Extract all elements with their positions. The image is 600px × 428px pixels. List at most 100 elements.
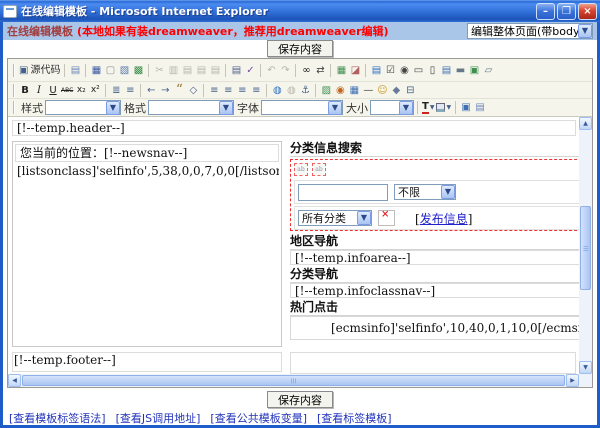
find-icon[interactable]: ∞ (299, 63, 313, 78)
link-tag-template[interactable]: [查看标签模板] (317, 410, 392, 426)
bold-icon[interactable]: B (18, 83, 32, 98)
print-icon[interactable]: ▤ (229, 63, 243, 78)
toolbar-separator (455, 101, 456, 114)
text-field-icon[interactable]: ▭ (411, 63, 425, 78)
hidden-fields-row: ab ab (294, 163, 592, 177)
scroll-left-icon[interactable]: ◀ (8, 374, 21, 387)
size-combo[interactable]: ▼ (370, 100, 414, 115)
select-all-icon[interactable]: ▦ (334, 63, 348, 78)
form-icon[interactable]: ▤ (369, 63, 383, 78)
scroll-up-icon[interactable]: ▲ (579, 117, 592, 130)
format-combo[interactable]: ▼ (148, 100, 234, 115)
indent-icon[interactable]: → (158, 83, 172, 98)
ordered-list-icon[interactable]: ≣ (109, 83, 123, 98)
smiley-icon[interactable]: ☺ (375, 83, 389, 98)
align-left-icon[interactable]: ≡ (207, 83, 221, 98)
horizontal-scroll-thumb[interactable] (22, 375, 565, 386)
align-right-icon[interactable]: ≡ (235, 83, 249, 98)
align-justify-icon[interactable]: ≡ (249, 83, 263, 98)
page-note: (本地如果有装dreamweaver，推荐用dreamweaver编辑) (77, 23, 389, 39)
vertical-scrollbar[interactable]: ▲ ▼ (579, 117, 592, 374)
source-icon[interactable]: ▣源代码 (18, 63, 61, 78)
link-common-vars[interactable]: [查看公共模板变量] (210, 410, 307, 426)
textarea-icon[interactable]: ▯ (425, 63, 439, 78)
subscript-icon[interactable]: x₂ (74, 83, 88, 98)
link-icon[interactable]: ◍ (270, 83, 284, 98)
chevron-down-icon: ▼ (399, 101, 413, 115)
special-char-icon[interactable]: ◆ (389, 83, 403, 98)
size-combo-label: 大小 (346, 100, 368, 116)
unordered-list-icon[interactable]: ≡ (123, 83, 137, 98)
templates-icon[interactable]: ▩ (131, 63, 145, 78)
doc-props-icon[interactable]: ▤ (68, 63, 82, 78)
strikethrough-icon[interactable]: ABC (60, 83, 74, 98)
superscript-icon[interactable]: x² (88, 83, 102, 98)
ie-document-icon (3, 5, 17, 18)
align-center-icon[interactable]: ≡ (221, 83, 235, 98)
image-button-icon[interactable]: ▣ (467, 63, 481, 78)
area-section-title: 地区导航 (290, 234, 592, 250)
link-js-url[interactable]: [查看JS调用地址] (116, 410, 201, 426)
window-controls: – ❐ × (536, 3, 597, 20)
save-content-button-bottom[interactable]: 保存内容 (267, 391, 333, 408)
radio-icon[interactable]: ◉ (397, 63, 411, 78)
bg-color-icon (436, 103, 445, 112)
save-icon[interactable]: ▦ (89, 63, 103, 78)
text-color-button[interactable]: T▼ (421, 100, 435, 115)
right-bottom-row (290, 352, 576, 374)
create-div-icon[interactable]: ◇ (186, 83, 200, 98)
limit-select-value: 不限 (395, 184, 441, 200)
font-combo[interactable]: ▼ (261, 100, 343, 115)
underline-icon[interactable]: U (46, 83, 60, 98)
maximize-button[interactable]: ❐ (557, 3, 576, 20)
scroll-down-icon[interactable]: ▼ (579, 361, 592, 374)
anchor-icon[interactable]: ⚓ (298, 83, 312, 98)
bg-color-button[interactable]: ▼ (435, 100, 452, 115)
outdent-icon[interactable]: ← (144, 83, 158, 98)
vertical-scroll-thumb[interactable] (580, 206, 591, 290)
italic-icon[interactable]: I (32, 83, 46, 98)
publish-info-link[interactable]: 发布信息 (420, 212, 468, 226)
save-content-button-top[interactable]: 保存内容 (267, 40, 333, 57)
table-icon[interactable]: ▦ (347, 83, 361, 98)
select-field-icon[interactable]: ▤ (439, 63, 453, 78)
style-combo[interactable]: ▼ (45, 100, 121, 115)
show-blocks-button[interactable]: ▤ (473, 100, 487, 115)
checkbox-icon[interactable]: ☑ (383, 63, 397, 78)
image-icon[interactable]: ▨ (319, 83, 333, 98)
bracket: ] (468, 212, 473, 226)
category-select[interactable]: 所有分类 ▼ (298, 210, 372, 226)
minimize-button[interactable]: – (536, 3, 555, 20)
hidden-field-icon[interactable]: ▱ (481, 63, 495, 78)
style-combo-label: 样式 (21, 100, 43, 116)
button-icon[interactable]: ▬ (453, 63, 467, 78)
toolbar-separator (64, 64, 65, 77)
replace-icon[interactable]: ⇄ (313, 63, 327, 78)
toolbar-grip (13, 101, 15, 114)
category-row: 所有分类 ▼ [发布信息] (294, 206, 592, 230)
spell-check-icon[interactable]: ✓ (243, 63, 257, 78)
blockquote-icon[interactable]: “ (172, 83, 186, 98)
remove-format-icon[interactable]: ◪ (348, 63, 362, 78)
scrollbar-corner (579, 374, 592, 387)
link-template-syntax[interactable]: [查看模板标签语法] (9, 410, 106, 426)
new-page-icon[interactable]: ▢ (103, 63, 117, 78)
scroll-track[interactable] (579, 290, 592, 361)
source-button-label: 源代码 (30, 63, 60, 78)
editor-canvas[interactable]: [!--temp.header--] 您当前的位置：[!--newsnav--]… (8, 117, 592, 387)
toolbar-separator (330, 64, 331, 77)
keyword-input[interactable] (298, 184, 388, 201)
left-column-box: 您当前的位置：[!--newsnav--] [listsonclass]'sel… (12, 141, 282, 347)
edit-mode-select[interactable]: 编辑整体页面(带body) ▼ (467, 23, 593, 39)
preview-icon[interactable]: ▧ (117, 63, 131, 78)
editor-maximize-button[interactable]: ▣ (459, 100, 473, 115)
limit-select[interactable]: 不限 ▼ (394, 184, 456, 200)
horizontal-rule-icon[interactable]: — (361, 83, 375, 98)
close-button[interactable]: × (578, 3, 597, 20)
page-break-icon[interactable]: ⊟ (403, 83, 417, 98)
scroll-right-icon[interactable]: ▶ (566, 374, 579, 387)
canvas-inner: [!--temp.header--] 您当前的位置：[!--newsnav--]… (8, 117, 579, 374)
horizontal-scrollbar[interactable]: ◀ ▶ (8, 374, 579, 387)
ie-window: 在线编辑模板 - Microsoft Internet Explorer – ❐… (0, 0, 600, 428)
flash-icon[interactable]: ◉ (333, 83, 347, 98)
